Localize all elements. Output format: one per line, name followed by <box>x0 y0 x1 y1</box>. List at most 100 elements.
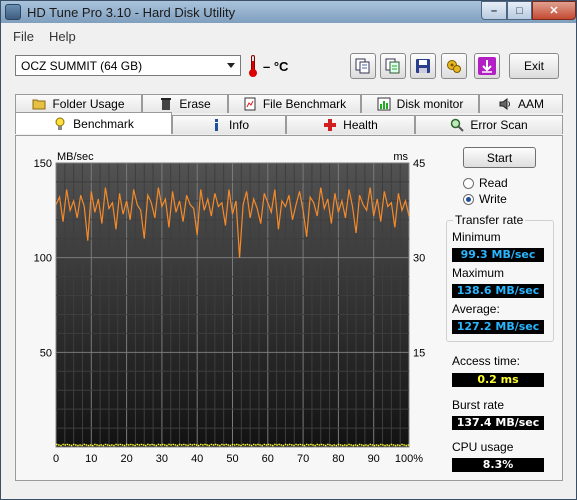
average-value: 127.2 MB/sec <box>452 320 544 334</box>
write-radio-dot <box>463 193 474 205</box>
access-time-point <box>180 444 183 446</box>
access-time-point <box>360 444 363 446</box>
exit-button[interactable]: Exit <box>509 53 559 79</box>
access-time-point <box>187 444 189 447</box>
access-time-point <box>238 444 240 446</box>
health-cross-icon <box>324 119 337 131</box>
close-button[interactable]: ✕ <box>532 1 576 20</box>
x-tick-label: 30 <box>156 453 168 465</box>
start-button[interactable]: Start <box>463 147 536 168</box>
access-time-point <box>375 444 378 446</box>
access-time-point <box>172 443 174 446</box>
tab-benchmark[interactable]: Benchmark <box>15 112 172 134</box>
access-time-point <box>236 443 238 446</box>
screenshot-button[interactable] <box>474 53 500 79</box>
access-time-point <box>350 444 352 446</box>
access-time-point <box>291 444 293 446</box>
access-time-point <box>341 444 344 447</box>
access-time-point <box>140 443 143 446</box>
info-icon <box>214 119 218 131</box>
access-time-point <box>157 443 160 446</box>
menu-file[interactable]: File <box>13 29 34 44</box>
access-time-point <box>193 443 196 446</box>
access-time-point <box>166 444 168 447</box>
minimize-button[interactable]: – <box>481 1 507 20</box>
access-time-point <box>121 444 124 446</box>
access-time-point <box>128 444 130 446</box>
access-time-point <box>257 443 259 446</box>
save-button[interactable] <box>410 53 436 79</box>
x-tick-label: 60 <box>262 453 274 465</box>
access-time-point <box>202 444 204 446</box>
access-time-point <box>231 443 234 446</box>
access-time-point <box>206 444 208 446</box>
access-time-point <box>327 443 329 446</box>
read-radio[interactable]: Read <box>463 176 508 190</box>
access-time-point <box>164 444 166 446</box>
minimum-value: 99.3 MB/sec <box>452 248 544 262</box>
access-time-point <box>62 443 64 446</box>
copy-all-icon <box>385 58 400 74</box>
access-time-point <box>303 444 306 447</box>
benchmark-panel: 0 10 20 30 40 50 60 70 80 90 100% 150 45 100 30 50 15 MB/… <box>15 135 563 481</box>
access-time-point <box>159 444 162 446</box>
folder-icon <box>32 99 46 110</box>
access-time-point <box>111 444 113 446</box>
tab-folder-usage[interactable]: Folder Usage <box>15 94 142 113</box>
access-time-point <box>392 444 395 446</box>
access-time-point <box>310 443 312 446</box>
access-time-point <box>329 444 331 446</box>
tab-aam[interactable]: AAM <box>479 94 563 113</box>
access-time-point <box>320 443 323 446</box>
temperature-readout: – °C <box>263 59 289 74</box>
access-time-point <box>170 444 172 446</box>
access-time-point <box>125 443 128 446</box>
access-time-point <box>259 444 261 446</box>
y-tick-label-left: 50 <box>40 347 52 359</box>
drive-select[interactable]: OCZ SUMMIT (64 GB) <box>15 55 241 76</box>
copy-all-button[interactable] <box>380 53 406 79</box>
access-time-point <box>284 443 287 446</box>
access-time-point <box>138 444 141 446</box>
options-button[interactable] <box>441 53 467 79</box>
access-time-point <box>123 444 126 447</box>
access-time-point <box>301 444 304 446</box>
access-time-point <box>274 443 276 446</box>
access-time-point <box>106 444 109 446</box>
write-radio[interactable]: Write <box>463 192 507 206</box>
copy-info-button[interactable] <box>350 53 376 79</box>
tab-disk-monitor[interactable]: Disk monitor <box>361 94 479 113</box>
trash-icon <box>161 98 172 110</box>
access-time-point <box>305 443 308 446</box>
tab-erase[interactable]: Erase <box>142 94 228 113</box>
tab-health[interactable]: Health <box>286 115 415 134</box>
access-time-point <box>70 444 73 447</box>
access-time-point <box>66 443 69 446</box>
access-time-point <box>161 443 164 446</box>
access-time-point <box>250 444 253 447</box>
access-time-point <box>149 444 151 446</box>
y-tick-label-right: 30 <box>413 253 425 265</box>
copy-icon <box>355 58 370 74</box>
tab-error-scan[interactable]: Error Scan <box>415 115 563 134</box>
file-benchmark-icon <box>244 97 256 111</box>
access-time-point <box>85 444 88 446</box>
tab-file-benchmark[interactable]: File Benchmark <box>228 94 361 113</box>
access-time-point <box>297 444 299 446</box>
maximize-button[interactable]: □ <box>507 1 532 20</box>
toolbar: OCZ SUMMIT (64 GB) – °C Exit <box>1 47 576 93</box>
access-time-point <box>225 443 227 446</box>
tab-info[interactable]: Info <box>172 115 286 134</box>
access-time-point <box>314 444 316 447</box>
menu-help[interactable]: Help <box>49 29 76 44</box>
title-bar[interactable]: HD Tune Pro 3.10 - Hard Disk Utility – □… <box>1 1 576 23</box>
access-time-point <box>272 444 274 447</box>
cpu-usage-label: CPU usage <box>452 440 514 454</box>
y-tick-label-left: 150 <box>34 158 52 170</box>
access-time-point <box>115 443 117 446</box>
access-time-point <box>119 443 122 446</box>
access-time-point <box>354 444 357 446</box>
drive-select-value: OCZ SUMMIT (64 GB) <box>21 59 143 73</box>
access-time-point <box>299 443 302 446</box>
access-time-point <box>335 444 338 447</box>
